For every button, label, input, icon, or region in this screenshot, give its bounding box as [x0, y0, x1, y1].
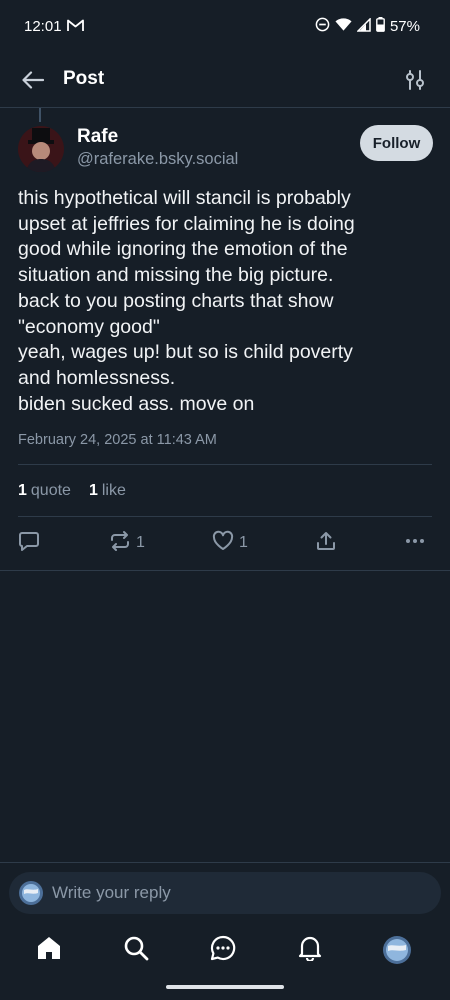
- heart-icon: [212, 530, 234, 557]
- signal-icon: [356, 16, 371, 36]
- nav-notifications[interactable]: [295, 935, 325, 965]
- battery-percent: 57%: [389, 18, 420, 35]
- quotes-stat[interactable]: 1 quote: [18, 482, 71, 500]
- likes-label: like: [101, 482, 126, 499]
- status-bar: 12:01 57%: [0, 0, 450, 56]
- post-stats: 1 quote 1 like: [18, 482, 126, 500]
- reply-placeholder: Write your reply: [52, 883, 171, 902]
- like-button[interactable]: 1: [212, 528, 248, 558]
- author-handle[interactable]: @raferake.bsky.social: [77, 150, 238, 169]
- back-button[interactable]: [18, 68, 48, 96]
- repost-icon: [109, 530, 131, 557]
- home-indicator[interactable]: [166, 985, 284, 989]
- home-icon: [36, 935, 62, 966]
- repost-button[interactable]: 1: [109, 528, 145, 558]
- author-display-name[interactable]: Rafe: [77, 126, 118, 148]
- nav-chat[interactable]: [208, 935, 238, 965]
- comment-icon: [18, 530, 40, 557]
- bottom-navigation: [0, 925, 450, 980]
- do-not-disturb-icon: [315, 17, 330, 36]
- chat-icon: [210, 935, 236, 966]
- arrow-left-icon: [22, 70, 45, 94]
- divider: [18, 516, 432, 517]
- post-timestamp: February 24, 2025 at 11:43 AM: [18, 432, 217, 448]
- reply-input[interactable]: Write your reply: [9, 872, 441, 914]
- divider: [0, 570, 450, 571]
- divider: [0, 862, 450, 863]
- status-icons: 57%: [315, 16, 420, 36]
- follow-button[interactable]: Follow: [360, 125, 433, 161]
- quotes-count: 1: [18, 482, 27, 499]
- search-icon: [123, 935, 149, 966]
- repost-count: 1: [136, 534, 145, 551]
- gmail-icon: [67, 19, 84, 37]
- post-text: this hypothetical will stancil is probab…: [18, 187, 355, 415]
- more-options-button[interactable]: [404, 528, 426, 558]
- sliders-icon: [405, 69, 425, 95]
- divider: [18, 464, 432, 465]
- battery-icon: [376, 17, 385, 36]
- page-title: Post: [63, 68, 105, 89]
- quotes-label: quote: [30, 482, 71, 499]
- user-avatar: [19, 881, 43, 905]
- likes-stat[interactable]: 1 like: [89, 482, 126, 500]
- profile-avatar: [383, 936, 411, 964]
- likes-count: 1: [88, 482, 98, 499]
- nav-home[interactable]: [34, 935, 64, 965]
- like-count: 1: [239, 534, 248, 551]
- nav-profile[interactable]: [382, 935, 412, 965]
- share-button[interactable]: [315, 528, 337, 558]
- status-time: 12:01: [24, 18, 62, 35]
- top-app-bar: Post: [0, 56, 450, 108]
- reply-button[interactable]: [18, 528, 45, 558]
- share-icon: [315, 530, 337, 557]
- thread-connector-line: [39, 108, 41, 122]
- bell-icon: [297, 935, 323, 966]
- post-actions: 1 1: [0, 528, 450, 558]
- nav-search[interactable]: [121, 935, 151, 965]
- more-horizontal-icon: [404, 530, 426, 557]
- author-avatar[interactable]: [18, 126, 64, 172]
- wifi-icon: [335, 17, 352, 36]
- thread-preferences-button[interactable]: [402, 68, 428, 96]
- post-screen: 12:01 57% Post Rafe @raferake.bsky.socia…: [0, 0, 450, 1000]
